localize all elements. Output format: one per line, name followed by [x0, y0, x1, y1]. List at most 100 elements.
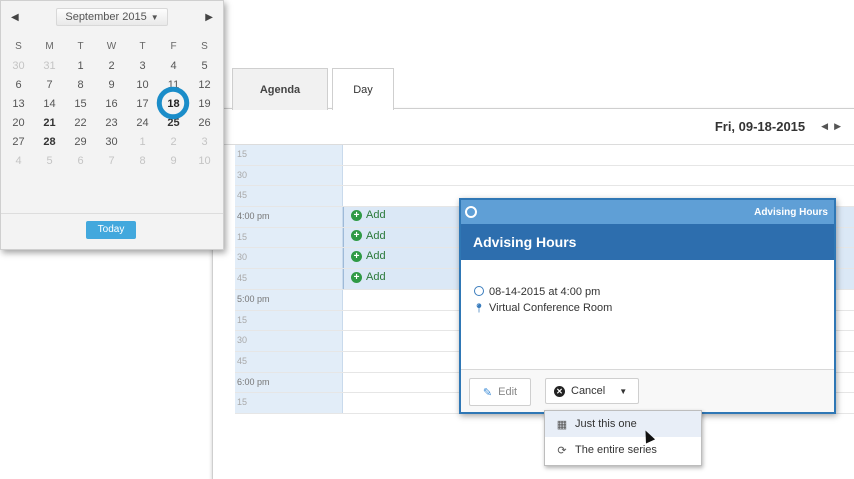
calendar-day[interactable]: 26	[189, 117, 220, 129]
calendar-day[interactable]: 2	[96, 60, 127, 72]
event-strip-title: Advising Hours	[754, 206, 828, 218]
calendar-day[interactable]: 1	[65, 60, 96, 72]
calendar-icon: ▦	[556, 418, 568, 431]
menu-item-label: Just this one	[575, 418, 637, 430]
calendar-day[interactable]: 9	[158, 155, 189, 167]
add-label: Add	[366, 229, 386, 242]
calendar-day[interactable]: 14	[34, 98, 65, 110]
next-day-icon[interactable]: ▶	[834, 121, 841, 132]
calendar-day[interactable]: 16	[96, 98, 127, 110]
menu-item-entire-series[interactable]: ⟳ The entire series	[545, 437, 701, 463]
calendar-day[interactable]: 5	[189, 60, 220, 72]
time-label: 6:00 pm	[235, 372, 343, 393]
add-button[interactable]: + Add	[351, 250, 386, 262]
tab-day[interactable]: Day	[332, 68, 394, 110]
calendar-day[interactable]: 9	[96, 79, 127, 91]
calendar-day[interactable]: 28	[34, 136, 65, 148]
calendar-day[interactable]: 30	[3, 60, 34, 72]
calendar-day[interactable]: 3	[189, 136, 220, 148]
week-row: 27 28 29 30 1 2 3	[3, 132, 221, 151]
chevron-down-icon: ▼	[150, 13, 159, 22]
time-label: 15	[235, 393, 343, 413]
next-month-icon[interactable]: ▶	[205, 12, 213, 23]
time-slot[interactable]: 15	[235, 145, 854, 166]
month-select[interactable]: September 2015 ▼	[56, 8, 168, 26]
calendar-day[interactable]: 21	[34, 117, 65, 129]
prev-day-icon[interactable]: ◀	[821, 121, 828, 132]
calendar-day[interactable]: 3	[127, 60, 158, 72]
plus-circle-icon: +	[351, 250, 362, 262]
calendar-day[interactable]: 8	[65, 79, 96, 91]
edit-button[interactable]: ✎ Edit	[469, 378, 531, 406]
current-date: Fri, 09-18-2015	[714, 119, 806, 134]
time-label: 4:00 pm	[235, 207, 343, 227]
calendar-day[interactable]: 4	[158, 60, 189, 72]
weekday-label: S	[201, 41, 208, 52]
tab-agenda[interactable]: Agenda	[232, 68, 328, 110]
weekday-label: F	[170, 41, 177, 52]
calendar-day[interactable]: 10	[127, 79, 158, 91]
calendar-day[interactable]: 6	[65, 155, 96, 167]
calendar-day[interactable]: 7	[34, 79, 65, 91]
mini-calendar: ◀ September 2015 ▼ ▶ S M T W T F S 30 31 1 2 3 4 5 6 7 8 9…	[0, 0, 224, 250]
calendar-day[interactable]: 12	[189, 79, 220, 91]
calendar-day[interactable]: 8	[127, 155, 158, 167]
time-label: 15	[235, 310, 343, 331]
time-label: 5:00 pm	[235, 289, 343, 310]
cancel-button[interactable]: ✕ Cancel ▼	[545, 378, 639, 404]
time-label: 45	[235, 269, 343, 289]
calendar-day[interactable]: 4	[3, 155, 34, 167]
add-label: Add	[366, 250, 386, 263]
calendar-day[interactable]: 15	[65, 98, 96, 110]
calendar-day[interactable]: 13	[3, 98, 34, 110]
add-label: Add	[366, 209, 386, 222]
event-popup: Advising Hours Advising Hours 08-14-2015…	[459, 198, 836, 414]
week-row: 6 7 8 9 10 11 12	[3, 75, 221, 94]
calendar-day[interactable]: 7	[96, 155, 127, 167]
calendar-day[interactable]: 17	[127, 98, 158, 110]
menu-item-just-this-one[interactable]: ▦ Just this one	[545, 411, 701, 437]
calendar-day[interactable]: 22	[65, 117, 96, 129]
time-label: 30	[235, 248, 343, 269]
event-details: 08-14-2015 at 4:00 pm 📍︎ Virtual Confere…	[473, 284, 612, 316]
calendar-day[interactable]: 24	[127, 117, 158, 129]
add-button[interactable]: + Add	[351, 271, 386, 283]
calendar-day[interactable]: 23	[96, 117, 127, 129]
calendar-day[interactable]: 31	[34, 60, 65, 72]
time-label: 15	[235, 227, 343, 248]
map-pin-icon: 📍︎	[473, 302, 485, 313]
cancel-dropdown-menu: ▦ Just this one ⟳ The entire series	[544, 410, 702, 466]
slot-cell[interactable]	[343, 145, 854, 165]
calendar-day[interactable]: 6	[3, 79, 34, 91]
add-button[interactable]: + Add	[351, 209, 386, 221]
time-slot[interactable]: 30	[235, 165, 854, 187]
slot-cell[interactable]	[343, 166, 854, 186]
calendar-day[interactable]: 19	[189, 98, 220, 110]
week-row: 13 14 15 16 17 18 19	[3, 94, 221, 113]
add-button[interactable]: + Add	[351, 230, 386, 242]
calendar-day[interactable]: 27	[3, 136, 34, 148]
event-title: Advising Hours	[461, 224, 834, 260]
calendar-day[interactable]: 10	[189, 155, 220, 167]
calendar-day[interactable]: 1	[127, 136, 158, 148]
calendar-day[interactable]: 18	[158, 98, 189, 110]
event-datetime-row: 08-14-2015 at 4:00 pm	[473, 284, 612, 300]
weekday-label: S	[15, 41, 22, 52]
gear-icon[interactable]	[465, 206, 477, 218]
event-datetime: 08-14-2015 at 4:00 pm	[489, 286, 601, 298]
calendar-day[interactable]: 30	[96, 136, 127, 148]
menu-item-label: The entire series	[575, 444, 657, 456]
week-row: 20 21 22 23 24 25 26	[3, 113, 221, 132]
weekday-label: T	[77, 41, 84, 52]
calendar-day[interactable]: 5	[34, 155, 65, 167]
time-label: 30	[235, 331, 343, 351]
clock-icon	[473, 286, 485, 298]
calendar-day[interactable]: 29	[65, 136, 96, 148]
calendar-day[interactable]: 2	[158, 136, 189, 148]
time-label: 45	[235, 351, 343, 372]
prev-month-icon[interactable]: ◀	[11, 12, 19, 23]
time-label: 30	[235, 165, 343, 186]
calendar-day[interactable]: 20	[3, 117, 34, 129]
divider	[1, 213, 223, 214]
today-button[interactable]: Today	[86, 221, 136, 239]
